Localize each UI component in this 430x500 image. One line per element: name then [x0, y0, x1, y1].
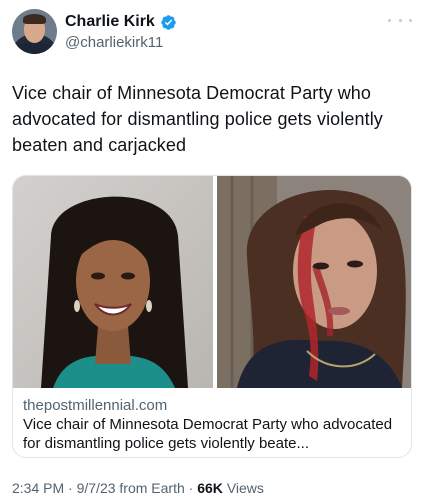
- author-display-name[interactable]: Charlie Kirk: [65, 12, 155, 32]
- card-photo-left: [13, 176, 213, 388]
- author-name-row: Charlie Kirk: [65, 12, 177, 32]
- avatar-hair: [23, 14, 46, 24]
- meta-separator: ·: [68, 480, 73, 496]
- tweet-time[interactable]: 2:34 PM: [12, 480, 64, 496]
- link-card[interactable]: thepostmillennial.com Vice chair of Minn…: [12, 175, 412, 458]
- avatar[interactable]: [12, 9, 57, 54]
- more-options-icon[interactable]: [388, 12, 412, 28]
- card-title: Vice chair of Minnesota Democrat Party w…: [23, 416, 393, 452]
- tweet-date[interactable]: 9/7/23: [77, 480, 116, 496]
- card-photo-right: [217, 176, 411, 388]
- tweet-metadata: 2:34 PM · 9/7/23 from Earth · 66K Views: [12, 479, 264, 497]
- card-domain: thepostmillennial.com: [23, 397, 168, 414]
- views-label: Views: [226, 480, 264, 496]
- card-text: thepostmillennial.com Vice chair of Minn…: [23, 396, 403, 453]
- avatar-shirt: [14, 42, 55, 54]
- card-image: [13, 176, 411, 388]
- tweet: Charlie Kirk @charliekirk11 Vice chair o…: [0, 0, 430, 500]
- views-count: 66K: [197, 480, 223, 496]
- meta-separator-2: ·: [188, 480, 194, 496]
- tweet-source: from Earth: [119, 480, 185, 496]
- verified-badge-icon: [160, 14, 177, 31]
- author-handle[interactable]: @charliekirk11: [65, 33, 163, 53]
- tweet-text: Vice chair of Minnesota Democrat Party w…: [12, 83, 383, 155]
